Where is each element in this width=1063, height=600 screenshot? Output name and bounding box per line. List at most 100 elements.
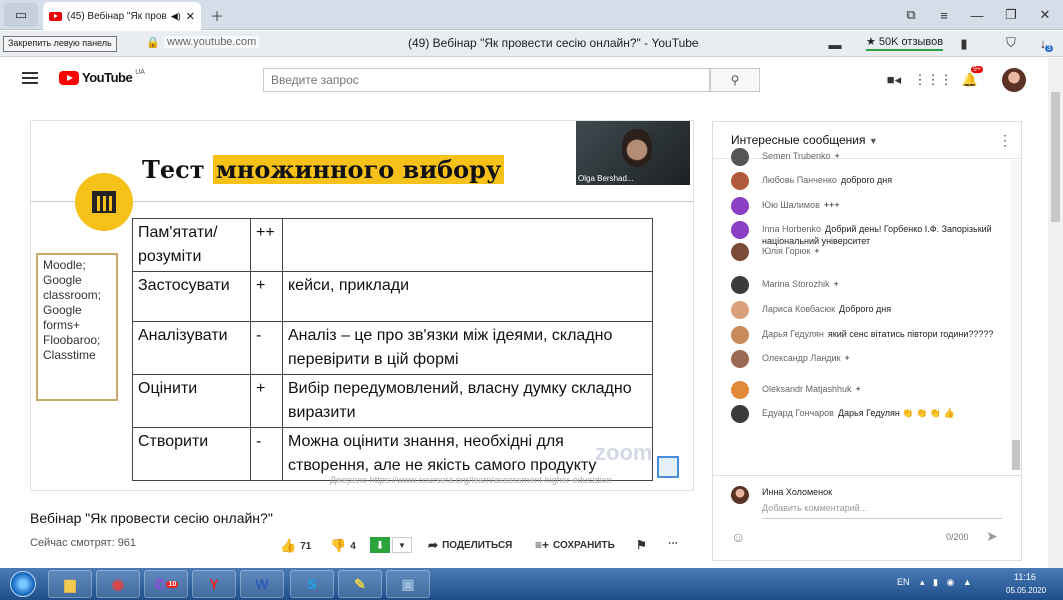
chat-author-avatar[interactable]	[731, 172, 749, 190]
chat-author[interactable]: Юлія Горюк	[762, 246, 810, 256]
clock-time[interactable]: 11:16	[1014, 572, 1036, 582]
chat-filter-label: Интересные сообщения	[731, 133, 866, 147]
hamburger-menu-icon[interactable]	[22, 72, 38, 84]
notifications-bell-icon[interactable]: 🔔	[961, 72, 979, 88]
chat-message-body: Semen Trubenko +	[762, 150, 1002, 162]
chat-author-avatar[interactable]	[731, 350, 749, 368]
bookmark-icon[interactable]: ▮	[955, 35, 973, 53]
like-button[interactable]: 👍 71	[280, 538, 311, 554]
chat-author-avatar[interactable]	[731, 221, 749, 239]
tool-item: Floobaroo;	[43, 333, 101, 347]
chat-author[interactable]: Oleksandr Matjashhuk	[762, 384, 852, 394]
chat-author[interactable]: Олександр Ландик	[762, 353, 841, 363]
page-scrollbar-thumb[interactable]	[1051, 92, 1060, 222]
rubric-mark: +	[250, 374, 283, 428]
lock-icon[interactable]: 🔒	[146, 36, 160, 49]
chat-author[interactable]: Лариса Ковбасюк	[762, 304, 835, 314]
chat-author[interactable]: Inna Horbenko	[762, 224, 821, 234]
apps-grid-icon[interactable]: ⋮⋮⋮	[914, 72, 953, 88]
chat-author-avatar[interactable]	[731, 301, 749, 319]
search-icon: ⚲	[730, 73, 740, 87]
youtube-logo[interactable]: YouTube UA	[59, 69, 145, 85]
taskbar-chrome[interactable]: ◉	[96, 570, 140, 598]
send-icon[interactable]: ➤	[986, 528, 998, 545]
chat-filter-dropdown[interactable]: Интересные сообщения ▼	[731, 133, 878, 147]
chat-author-avatar[interactable]	[731, 148, 749, 166]
viewer-count: Сейчас смотрят: 961	[30, 537, 137, 549]
report-button[interactable]: ⚑	[636, 538, 647, 552]
chat-message-body: Едуард Гончаров Дарья Гедулян 👏 👏 👏 👍	[762, 407, 1002, 419]
chat-input[interactable]: Добавить комментарий...	[762, 503, 1002, 519]
tab-audio-icon[interactable]: ◀)	[171, 11, 181, 22]
new-tab-button[interactable]: ＋	[208, 6, 226, 24]
chat-scrollbar[interactable]	[1011, 160, 1021, 470]
table-row: Створити - Можна оцінити знання, необхід…	[132, 427, 653, 481]
reader-mode-icon[interactable]: ▬	[826, 35, 844, 53]
chat-author-avatar[interactable]	[731, 197, 749, 215]
share-button[interactable]: ➦ ПОДЕЛИТЬСЯ	[428, 538, 512, 552]
rubric-level: Створити	[132, 427, 251, 481]
chat-author[interactable]: Любовь Панченко	[762, 175, 837, 185]
close-window-icon[interactable]: ✕	[1036, 6, 1054, 24]
youtube-favicon-icon	[49, 11, 62, 21]
reviews-badge[interactable]: ★ 50K отзывов	[866, 35, 944, 51]
download-button[interactable]: ⬇	[370, 537, 390, 553]
chat-author-avatar[interactable]	[731, 381, 749, 399]
clock-date[interactable]: 05.05.2020	[1006, 586, 1046, 595]
taskbar-skype[interactable]: S	[290, 570, 334, 598]
tool-item: Google	[43, 273, 82, 287]
bookmarks-icon[interactable]: ⧉	[902, 6, 920, 24]
save-button[interactable]: ≡+ СОХРАНИТЬ	[535, 538, 615, 552]
chat-author[interactable]: Юю Шалимов	[762, 200, 820, 210]
address-url[interactable]: www.youtube.com	[164, 36, 260, 48]
slide-source: Джерело https://www.coursera.org/learn/a…	[330, 475, 612, 485]
tool-item: forms+	[43, 318, 81, 332]
chat-author[interactable]: Дарья Гедулян	[762, 329, 824, 339]
chat-author[interactable]: Marina Storozhik	[762, 279, 830, 289]
tab-close-icon[interactable]: ✕	[186, 10, 195, 23]
taskbar-screen[interactable]: ▣	[386, 570, 430, 598]
taskbar-viber[interactable]: ✆ 10	[144, 570, 188, 598]
tray-icons[interactable]: ▴ ▮ ◉ ▲	[920, 577, 975, 588]
minimize-icon[interactable]: —	[968, 6, 986, 24]
youtube-region: UA	[135, 69, 145, 76]
create-video-icon[interactable]: ■◂	[885, 72, 903, 88]
chat-message-body: Inna Horbenko Добрий день! Горбенко І.Ф. …	[762, 223, 1002, 247]
taskbar-explorer[interactable]: ▆	[48, 570, 92, 598]
taskbar-yandex[interactable]: Y	[192, 570, 236, 598]
download-options-button[interactable]: ▼	[392, 537, 412, 553]
calendar-badge	[75, 173, 133, 231]
search-input[interactable]	[263, 68, 710, 92]
chat-author[interactable]: Едуард Гончаров	[762, 408, 834, 418]
chat-author-avatar[interactable]	[731, 405, 749, 423]
speaker-face	[622, 129, 652, 167]
tool-item: classroom;	[43, 288, 102, 302]
emoji-icon[interactable]: ☺	[731, 529, 745, 545]
viber-badge: 10	[166, 580, 179, 588]
chat-text: який сенс вітатись півтори години?????	[827, 329, 994, 339]
start-button[interactable]	[4, 568, 42, 600]
account-avatar[interactable]	[1002, 68, 1026, 92]
rubric-mark: +	[250, 271, 283, 322]
taskbar-paint[interactable]: ✎	[338, 570, 382, 598]
tray-language[interactable]: EN	[897, 577, 910, 587]
chat-author-avatar[interactable]	[731, 326, 749, 344]
chat-author[interactable]: Semen Trubenko	[762, 151, 831, 161]
chat-message-body: Любовь Панченко доброго дня	[762, 174, 1002, 186]
restore-icon[interactable]: ❐	[1002, 6, 1020, 24]
sidebar-toggle-button[interactable]: ▭	[4, 3, 38, 27]
taskbar-word[interactable]: W	[240, 570, 284, 598]
chat-author-avatar[interactable]	[731, 276, 749, 294]
chat-menu-icon[interactable]: ⋮	[998, 132, 1012, 149]
browser-menu-icon[interactable]: ≡	[935, 6, 953, 24]
chat-scrollbar-thumb[interactable]	[1012, 440, 1020, 470]
slide-title-highlight: множинного вибору	[212, 155, 505, 184]
dislike-button[interactable]: 👎 4	[330, 538, 356, 554]
protect-icon[interactable]: ⛉	[1002, 34, 1020, 52]
more-actions-button[interactable]: ⋯	[668, 538, 678, 549]
tab-youtube[interactable]: (45) Вебінар "Як прове ◀) ✕	[43, 2, 201, 30]
monitor-icon: ▣	[401, 575, 415, 592]
chat-author-avatar[interactable]	[731, 243, 749, 261]
thumbs-up-icon: 👍	[280, 538, 297, 553]
search-button[interactable]: ⚲	[710, 68, 760, 92]
